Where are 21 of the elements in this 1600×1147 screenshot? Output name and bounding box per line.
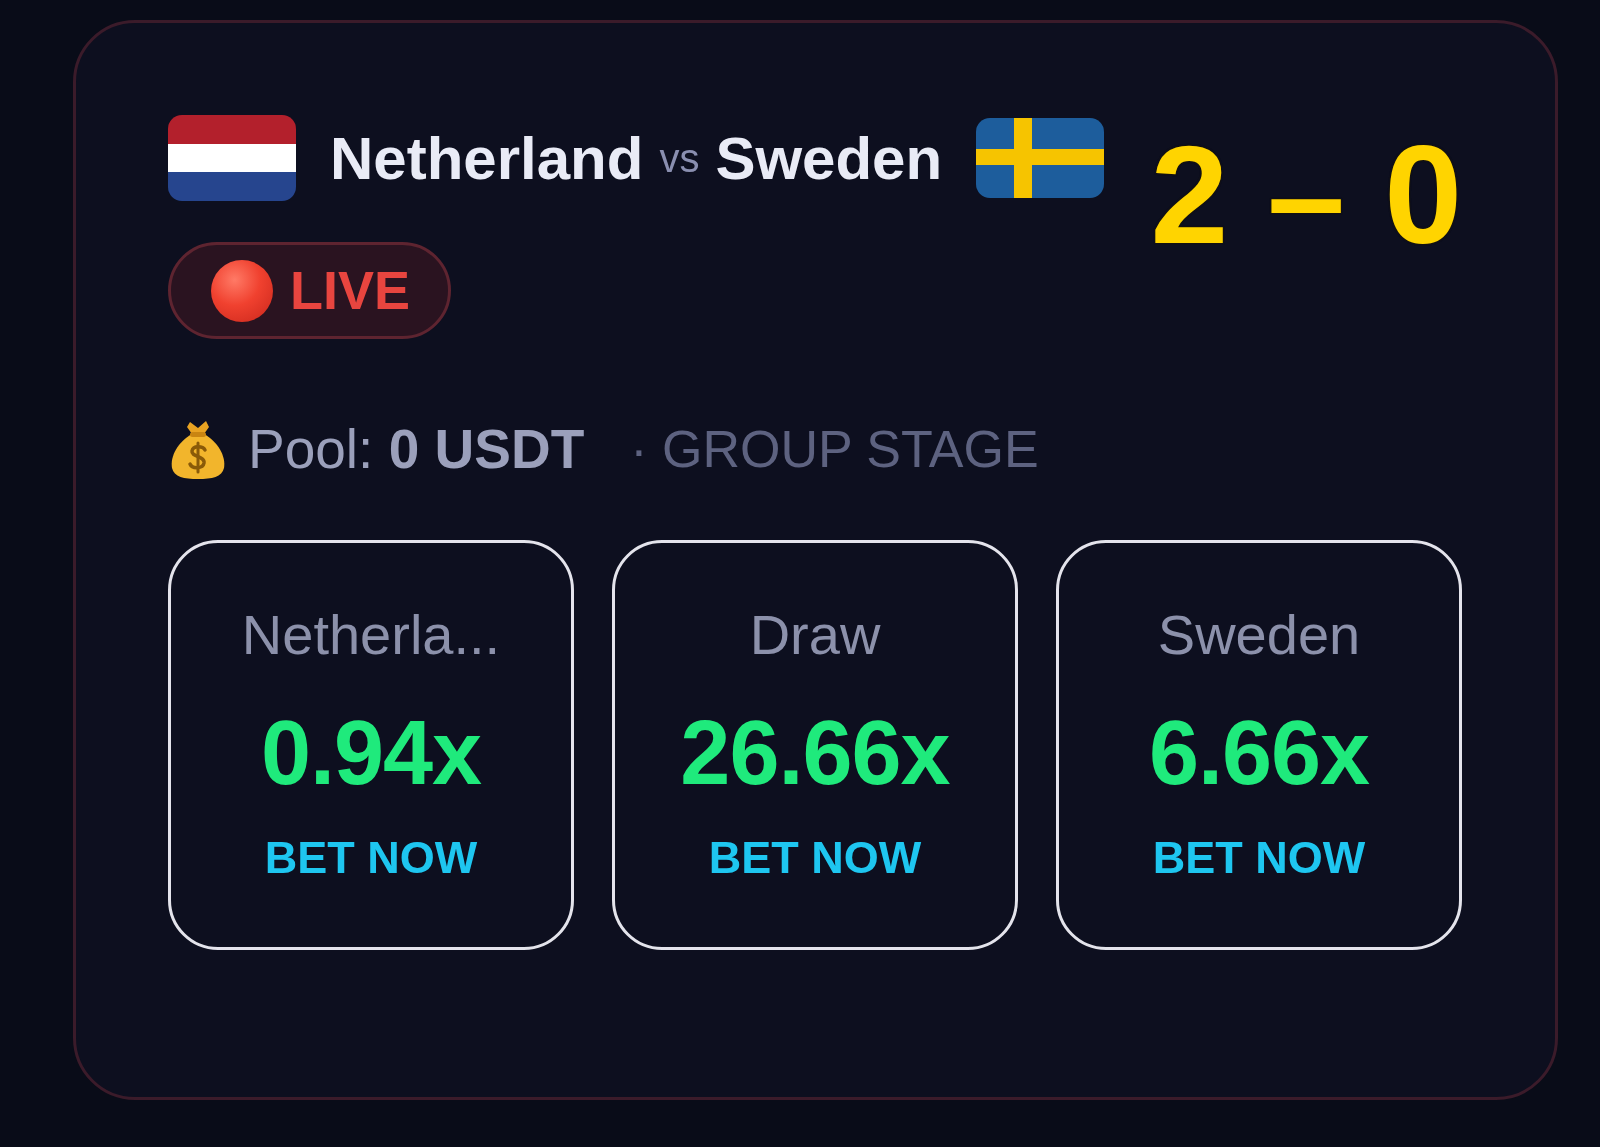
bet-now-link[interactable]: BET NOW	[1152, 831, 1366, 886]
team-name: Sweden	[715, 123, 943, 193]
versus-label: vs	[659, 135, 700, 181]
pool-text: Pool: 0 USDT	[248, 417, 585, 482]
flag-icon	[168, 115, 296, 201]
odds-value: 6.66x	[1148, 704, 1370, 804]
team-name: Netherland	[330, 123, 644, 193]
bet-option-card[interactable]: Sweden 6.66x BET NOW	[1056, 540, 1462, 950]
stage-label: · GROUP STAGE	[630, 418, 1039, 480]
option-label: Netherla...	[241, 602, 501, 668]
odds-value: 0.94x	[260, 704, 482, 804]
bet-now-link[interactable]: BET NOW	[264, 831, 478, 886]
flag-icon	[976, 115, 1105, 201]
live-label: LIVE	[290, 260, 411, 321]
bet-option-card[interactable]: Draw 26.66x BET NOW	[612, 540, 1018, 950]
option-label: Sweden	[1157, 602, 1361, 668]
option-label: Draw	[749, 602, 881, 668]
odds-value: 26.66x	[680, 704, 950, 804]
score-text: 2 – 0	[1150, 125, 1462, 265]
bet-now-link[interactable]: BET NOW	[708, 831, 922, 886]
bet-option-card[interactable]: Netherla... 0.94x BET NOW	[168, 540, 574, 950]
